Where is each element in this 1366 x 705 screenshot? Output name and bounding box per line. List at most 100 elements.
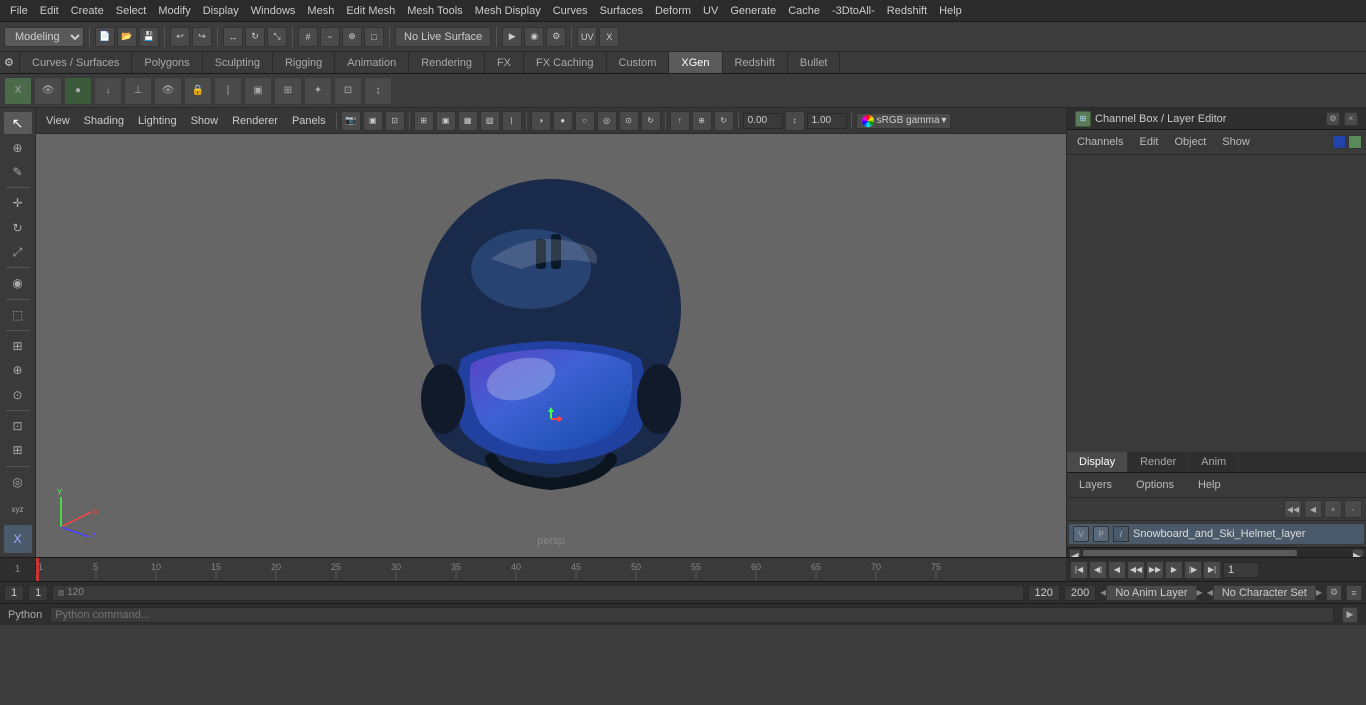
display-mode-1-btn[interactable]: ⊡ bbox=[4, 415, 32, 437]
vp-display-2[interactable]: ▣ bbox=[436, 111, 456, 131]
isolate-btn[interactable]: ◎ bbox=[4, 470, 32, 492]
new-file-btn[interactable]: 📄 bbox=[95, 27, 115, 47]
layer-back-btn[interactable]: ◀ bbox=[1304, 500, 1322, 518]
shelf-xgen-13[interactable]: ↨ bbox=[364, 77, 392, 105]
range-thumb[interactable] bbox=[57, 589, 65, 597]
shelf-xgen-10[interactable]: ⊞ bbox=[274, 77, 302, 105]
shelf-xgen-7[interactable]: 🔒 bbox=[184, 77, 212, 105]
layer-add-btn[interactable]: + bbox=[1324, 500, 1342, 518]
tab-fx[interactable]: FX bbox=[485, 52, 524, 73]
vp-menu-renderer[interactable]: Renderer bbox=[226, 113, 284, 129]
tab-settings-icon[interactable]: ⚙ bbox=[0, 52, 20, 73]
menu-deform[interactable]: Deform bbox=[649, 3, 697, 19]
tab-custom[interactable]: Custom bbox=[607, 52, 670, 73]
pin-btn[interactable]: ⊕ bbox=[4, 359, 32, 381]
menu-generate[interactable]: Generate bbox=[724, 3, 782, 19]
menu-3dtotall[interactable]: -3DtoAll- bbox=[826, 3, 881, 19]
layer-prev-btn[interactable]: ◀◀ bbox=[1284, 500, 1302, 518]
display-mode-2-btn[interactable]: ⊞ bbox=[4, 439, 32, 461]
menu-redshift[interactable]: Redshift bbox=[881, 3, 933, 19]
vp-shade-3[interactable]: ○ bbox=[575, 111, 595, 131]
menu-create[interactable]: Create bbox=[65, 3, 110, 19]
menu-edit[interactable]: Edit bbox=[34, 3, 65, 19]
vp-menu-view[interactable]: View bbox=[40, 113, 76, 129]
color-profile-btn[interactable]: sRGB gamma ▾ bbox=[856, 113, 952, 129]
menu-help[interactable]: Help bbox=[933, 3, 968, 19]
panel-close-btn[interactable]: × bbox=[1344, 112, 1358, 126]
shelf-xgen-12[interactable]: ⊡ bbox=[334, 77, 362, 105]
menu-modify[interactable]: Modify bbox=[152, 3, 196, 19]
status-settings-btn[interactable]: ⚙ bbox=[1326, 585, 1342, 601]
vp-display-5[interactable]: | bbox=[502, 111, 522, 131]
menu-edit-mesh[interactable]: Edit Mesh bbox=[340, 3, 401, 19]
rotate-btn[interactable]: ↻ bbox=[245, 27, 265, 47]
menu-curves[interactable]: Curves bbox=[547, 3, 594, 19]
vp-snap-2[interactable]: ⊕ bbox=[692, 111, 712, 131]
snap-curve-btn[interactable]: ~ bbox=[320, 27, 340, 47]
shelf-xgen-8[interactable]: | bbox=[214, 77, 242, 105]
tab-xgen[interactable]: XGen bbox=[669, 52, 722, 73]
scale-btn[interactable]: ⤡ bbox=[267, 27, 287, 47]
vp-shade-5[interactable]: ⊙ bbox=[619, 111, 639, 131]
play-back-btn[interactable]: ◀◀ bbox=[1127, 561, 1145, 579]
tab-polygons[interactable]: Polygons bbox=[132, 52, 202, 73]
vp-display-4[interactable]: ▨ bbox=[480, 111, 500, 131]
shelf-xgen-3[interactable]: ● bbox=[64, 77, 92, 105]
camera-scale-field[interactable]: 1.00 bbox=[807, 113, 847, 129]
goto-end-btn[interactable]: ▶| bbox=[1203, 561, 1221, 579]
panel-settings-btn[interactable]: ⚙ bbox=[1326, 112, 1340, 126]
move-btn[interactable]: ↔ bbox=[223, 27, 243, 47]
soft-mod-btn[interactable]: ◉ bbox=[4, 272, 32, 294]
layer-tab-anim[interactable]: Anim bbox=[1189, 452, 1239, 472]
anim-layer-right-arrow[interactable]: ▶ bbox=[1197, 588, 1203, 597]
frame-num-field[interactable]: 1 bbox=[28, 585, 48, 601]
shelf-xgen-11[interactable]: ✦ bbox=[304, 77, 332, 105]
move-tool-btn[interactable]: ✛ bbox=[4, 192, 32, 214]
camera-btn-1[interactable]: 📷 bbox=[341, 111, 361, 131]
rotate-tool-btn[interactable]: ↻ bbox=[4, 217, 32, 239]
ch-menu-channels[interactable]: Channels bbox=[1071, 134, 1129, 150]
snap-point-btn[interactable]: ⊕ bbox=[342, 27, 362, 47]
snap-view-btn[interactable]: □ bbox=[364, 27, 384, 47]
layer-remove-btn[interactable]: - bbox=[1344, 500, 1362, 518]
menu-select[interactable]: Select bbox=[110, 3, 153, 19]
undo-btn[interactable]: ↩ bbox=[170, 27, 190, 47]
vp-menu-shading[interactable]: Shading bbox=[78, 113, 130, 129]
range-end-field[interactable]: 120 bbox=[1028, 585, 1060, 601]
max-end-field[interactable]: 200 bbox=[1064, 585, 1096, 601]
next-key-btn[interactable]: ▶ bbox=[1165, 561, 1183, 579]
mode-dropdown[interactable]: Modeling bbox=[4, 27, 84, 47]
shelf-xgen-9[interactable]: ▣ bbox=[244, 77, 272, 105]
vp-menu-lighting[interactable]: Lighting bbox=[132, 113, 183, 129]
ch-menu-object[interactable]: Object bbox=[1168, 134, 1212, 150]
xgen-icon-btn[interactable]: X bbox=[4, 525, 32, 553]
tab-redshift[interactable]: Redshift bbox=[723, 52, 788, 73]
status-extra-btn[interactable]: ≡ bbox=[1346, 585, 1362, 601]
marquee-sel-btn[interactable]: ⬚ bbox=[4, 303, 32, 325]
layer-tab-render[interactable]: Render bbox=[1128, 452, 1189, 472]
current-frame-field[interactable]: 1 bbox=[1223, 562, 1259, 578]
play-fwd-btn[interactable]: ▶▶ bbox=[1146, 561, 1164, 579]
shelf-xgen-1[interactable]: X bbox=[4, 77, 32, 105]
python-input[interactable] bbox=[50, 607, 1334, 623]
menu-file[interactable]: File bbox=[4, 3, 34, 19]
vp-snap-3[interactable]: ↻ bbox=[714, 111, 734, 131]
save-file-btn[interactable]: 💾 bbox=[139, 27, 159, 47]
char-set-dropdown[interactable]: No Character Set bbox=[1213, 585, 1316, 601]
select-tool-btn[interactable]: ↖ bbox=[4, 112, 32, 134]
set-pivot-btn[interactable]: ⊞ bbox=[4, 335, 32, 357]
vp-menu-show[interactable]: Show bbox=[185, 113, 225, 129]
scroll-left-btn[interactable]: ◀ bbox=[1069, 549, 1081, 557]
scroll-right-btn[interactable]: ▶ bbox=[1352, 549, 1364, 557]
lasso-select-btn[interactable]: ⊕ bbox=[4, 136, 32, 158]
paint-select-btn[interactable]: ✎ bbox=[4, 161, 32, 183]
tab-rigging[interactable]: Rigging bbox=[273, 52, 335, 73]
camera-btn-2[interactable]: ▣ bbox=[363, 111, 383, 131]
layer-row[interactable]: V P / Snowboard_and_Ski_Helmet_layer bbox=[1069, 524, 1364, 544]
ipr-btn[interactable]: ◉ bbox=[524, 27, 544, 47]
open-file-btn[interactable]: 📂 bbox=[117, 27, 137, 47]
layer-opt-help[interactable]: Help bbox=[1190, 477, 1229, 493]
camera-z-field[interactable]: 0.00 bbox=[743, 113, 783, 129]
menu-surfaces[interactable]: Surfaces bbox=[594, 3, 649, 19]
tab-fx-caching[interactable]: FX Caching bbox=[524, 52, 606, 73]
